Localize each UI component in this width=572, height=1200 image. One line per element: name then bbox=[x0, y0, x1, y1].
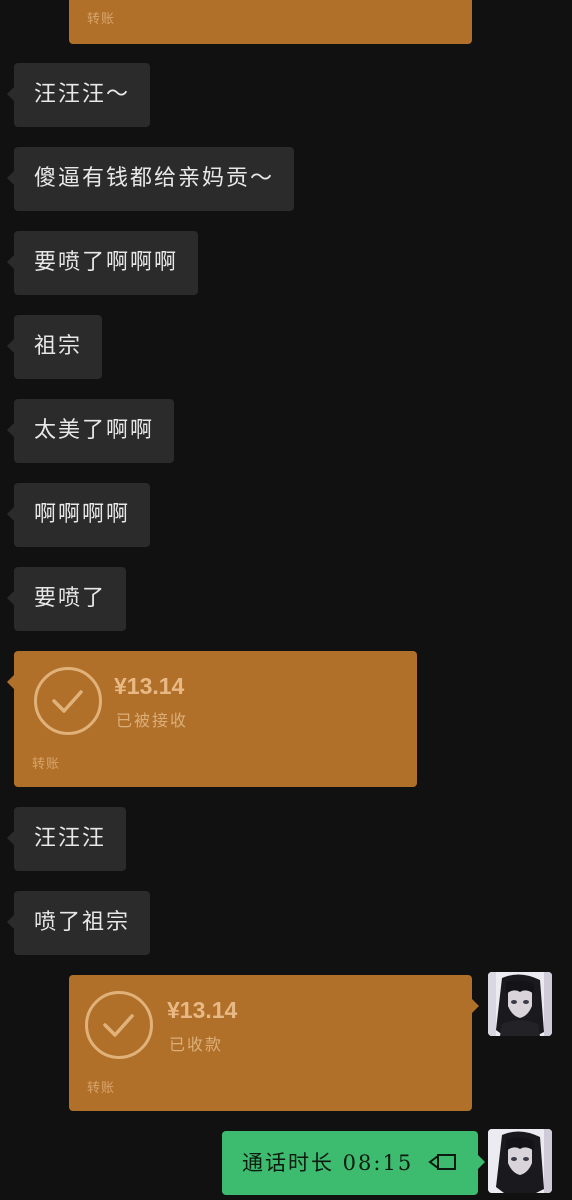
call-duration-bubble[interactable]: 通话时长 08:15 bbox=[222, 1131, 485, 1197]
message-bubble[interactable]: 喷了祖宗 bbox=[6, 891, 151, 955]
message-text: 祖宗 bbox=[34, 334, 83, 359]
transfer-amount: ¥13.14 bbox=[114, 673, 185, 699]
chat-thread: 转账 汪汪汪～ 傻逼有钱都给亲妈贡～ 要喷了啊啊啊 祖宗 太美了啊啊 啊啊啊啊 … bbox=[0, 0, 572, 1200]
transfer-bubble-sent[interactable]: ¥13.14 已收款 转账 bbox=[69, 975, 479, 1111]
transfer-footer-label: 转账 bbox=[87, 12, 116, 27]
message-text: 汪汪汪 bbox=[34, 826, 107, 851]
call-duration-text: 通话时长 08:15 bbox=[242, 1151, 414, 1175]
message-text: 太美了啊啊 bbox=[34, 418, 155, 443]
anime-avatar-icon bbox=[488, 972, 552, 1036]
check-circle-icon bbox=[34, 667, 102, 735]
message-bubble[interactable]: 傻逼有钱都给亲妈贡～ bbox=[6, 147, 295, 211]
anime-avatar-icon bbox=[488, 1129, 552, 1193]
message-text: 要喷了 bbox=[34, 586, 107, 611]
message-text: 喷了祖宗 bbox=[34, 910, 131, 935]
message-text: 傻逼有钱都给亲妈贡～ bbox=[34, 166, 275, 191]
message-text: 啊啊啊啊 bbox=[34, 502, 131, 527]
transfer-status: 已收款 bbox=[169, 1035, 224, 1054]
message-text: 汪汪汪～ bbox=[34, 82, 131, 107]
message-bubble[interactable]: 祖宗 bbox=[6, 315, 103, 379]
message-bubble[interactable]: 啊啊啊啊 bbox=[6, 483, 151, 547]
user-avatar[interactable] bbox=[488, 1129, 552, 1193]
message-bubble[interactable]: 汪汪汪 bbox=[6, 807, 127, 871]
transfer-amount: ¥13.14 bbox=[167, 997, 238, 1023]
transfer-footer-label: 转账 bbox=[87, 1081, 116, 1096]
message-bubble[interactable]: 太美了啊啊 bbox=[6, 399, 175, 463]
message-bubble[interactable]: 要喷了啊啊啊 bbox=[6, 231, 199, 295]
message-text: 要喷了啊啊啊 bbox=[34, 250, 179, 275]
transfer-bubble-received[interactable]: ¥13.14 已被接收 转账 bbox=[7, 651, 417, 787]
transfer-footer-label: 转账 bbox=[32, 757, 61, 772]
check-circle-icon bbox=[85, 991, 153, 1059]
transfer-bubble-top[interactable]: 转账 bbox=[69, 0, 472, 44]
transfer-status: 已被接收 bbox=[116, 711, 189, 730]
user-avatar[interactable] bbox=[488, 972, 552, 1036]
message-bubble[interactable]: 汪汪汪～ bbox=[6, 63, 151, 127]
message-bubble[interactable]: 要喷了 bbox=[6, 567, 127, 631]
video-call-icon bbox=[428, 1133, 458, 1197]
